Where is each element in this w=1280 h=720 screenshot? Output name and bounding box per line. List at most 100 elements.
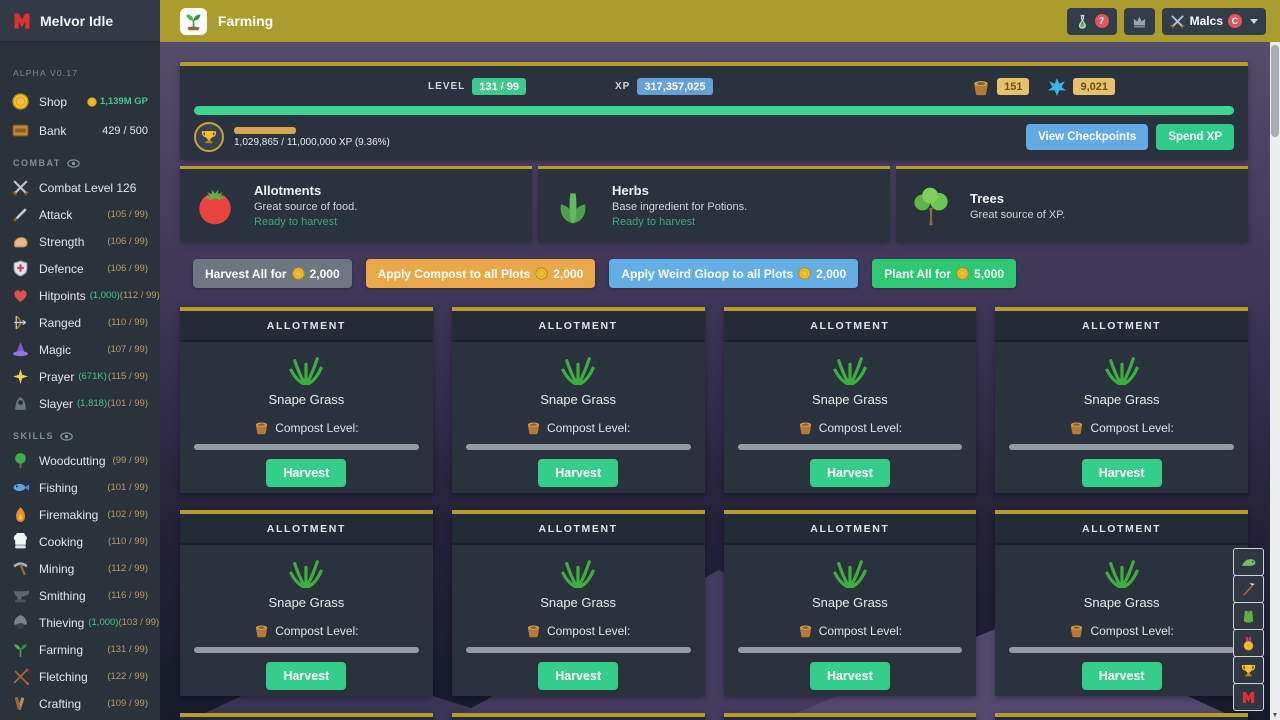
- toolbar-button-pet[interactable]: [1233, 548, 1264, 576]
- thieving-icon: [12, 614, 29, 631]
- coin-icon: [798, 267, 811, 280]
- sidebar-item-smithing[interactable]: Smithing (116 / 99): [0, 582, 160, 609]
- harvest-button[interactable]: Harvest: [1081, 459, 1162, 487]
- mastery-trophy-button[interactable]: [194, 122, 224, 152]
- category-title: Herbs: [612, 183, 649, 198]
- compost-icon: [798, 420, 813, 435]
- category-card-herbs[interactable]: Herbs Base ingredient for Potions. Ready…: [538, 166, 890, 242]
- bulk-action-button[interactable]: Apply Compost to all Plots 2,000: [365, 259, 596, 288]
- account-menu-button[interactable]: Malcs C: [1161, 7, 1266, 35]
- combat-section-header[interactable]: COMBAT: [0, 144, 160, 174]
- skill-name: Magic: [39, 342, 72, 357]
- skill-level: (99 / 99): [112, 455, 148, 466]
- plot-card: ALLOTMENT Snape Grass Compost Level: Har…: [180, 510, 433, 696]
- sidebar-item-defence[interactable]: Defence (106 / 99): [0, 255, 160, 282]
- sidebar-item-cooking[interactable]: Cooking (110 / 99): [0, 528, 160, 555]
- swords-icon: [1169, 14, 1185, 29]
- toolbar-button-melvor[interactable]: [1233, 683, 1264, 711]
- bulk-action-button[interactable]: Plant All for 5,000: [872, 259, 1017, 288]
- sidebar-item-crafting[interactable]: Crafting (109 / 99): [0, 690, 160, 717]
- grass-icon: [1105, 355, 1139, 385]
- potions-button[interactable]: 7: [1066, 7, 1117, 35]
- minibar-button[interactable]: [1123, 7, 1155, 35]
- sidebar-item-prayer[interactable]: Prayer (671K) (115 / 99): [0, 363, 160, 390]
- sidebar-item-magic[interactable]: Magic (107 / 99): [0, 336, 160, 363]
- toolbar-button-trophy[interactable]: [1233, 656, 1264, 684]
- toolbar-button-net[interactable]: [1233, 575, 1264, 603]
- melvor-icon: [12, 11, 32, 31]
- plot-card: ALLOTMENT Snape Grass Compost Level: Har…: [180, 713, 433, 720]
- bulk-action-button[interactable]: Harvest All for 2,000: [193, 259, 352, 288]
- skill-name: Defence: [39, 261, 84, 276]
- sword-icon: [12, 206, 29, 223]
- level-badge: 131 / 99: [472, 78, 526, 95]
- sidebar-item-bank[interactable]: Bank 429 / 500: [0, 117, 160, 144]
- skill-level: (116 / 99): [108, 590, 148, 601]
- grass-icon: [833, 558, 867, 588]
- skill-level: (103 / 99): [118, 617, 160, 628]
- harvest-button[interactable]: Harvest: [266, 459, 347, 487]
- app-brand[interactable]: Melvor Idle: [0, 0, 160, 42]
- sidebar-item-shop[interactable]: Shop 1,139M GP: [0, 88, 160, 115]
- plot-type-header: ALLOTMENT: [995, 311, 1248, 342]
- sidebar-item-fletching[interactable]: Fletching (122 / 99): [0, 663, 160, 690]
- toolbar-button-cape[interactable]: [1233, 602, 1264, 630]
- skill-name: Fletching: [39, 669, 88, 684]
- harvest-button[interactable]: Harvest: [538, 662, 619, 690]
- mastery-icon: [1048, 77, 1067, 96]
- harvest-button[interactable]: Harvest: [809, 459, 890, 487]
- sidebar-item-woodcutting[interactable]: Woodcutting (99 / 99): [0, 447, 160, 474]
- scrollbar-thumb[interactable]: [1271, 45, 1279, 137]
- harvest-button[interactable]: Harvest: [1081, 662, 1162, 690]
- sprout-icon: [180, 7, 207, 35]
- spend-xp-button[interactable]: Spend XP: [1156, 124, 1234, 150]
- category-card-trees[interactable]: Trees Great source of XP.: [896, 166, 1248, 242]
- sidebar-item-farming[interactable]: Farming (131 / 99): [0, 636, 160, 663]
- sidebar-item-firemaking[interactable]: Firemaking (102 / 99): [0, 501, 160, 528]
- category-status: Ready to harvest: [612, 216, 696, 228]
- compost-progress-bar: [465, 647, 691, 653]
- skill-level: (106 / 99): [107, 263, 148, 274]
- net-icon: [1240, 582, 1257, 597]
- main-content: LEVEL 131 / 99 XP 317,357,025 151 9,021: [160, 42, 1280, 720]
- sidebar-item-strength[interactable]: Strength (106 / 99): [0, 228, 160, 255]
- harvest-button[interactable]: Harvest: [266, 662, 347, 690]
- bulk-action-button[interactable]: Apply Weird Gloop to all Plots 2,000: [609, 259, 859, 288]
- category-card-allotments[interactable]: Allotments Great source of food. Ready t…: [180, 166, 532, 242]
- harvest-button[interactable]: Harvest: [809, 662, 890, 690]
- skill-level: (102 / 99): [107, 509, 148, 520]
- sidebar-item-thieving[interactable]: Thieving (1,000) (103 / 99): [0, 609, 160, 636]
- version-label: ALPHA V0.17: [13, 68, 79, 78]
- mining-icon: [12, 560, 29, 577]
- sidebar-item-slayer[interactable]: Slayer (1,818) (101 / 99): [0, 390, 160, 417]
- sidebar-item-combat-level[interactable]: Combat Level 126: [0, 174, 160, 201]
- scrollbar[interactable]: ▼: [1270, 42, 1280, 720]
- compost-progress-bar: [194, 444, 419, 450]
- toolbar-button-medal[interactable]: [1233, 629, 1264, 657]
- fletching-icon: [12, 668, 29, 685]
- harvest-button[interactable]: Harvest: [538, 459, 619, 487]
- skill-name: Fishing: [39, 480, 78, 495]
- compost-level-label: Compost Level:: [546, 420, 631, 435]
- grass-icon: [561, 558, 595, 588]
- xp-group: XP 317,357,025: [615, 74, 713, 99]
- skill-list: Woodcutting (99 / 99) Fishing (101 / 99)…: [0, 447, 160, 717]
- plot-type-header: ALLOTMENT: [995, 514, 1248, 545]
- plot-card: ALLOTMENT Snape Grass Compost Level: Har…: [723, 713, 977, 720]
- mastery-pool-progress: 1,029,865 / 11,000,000 XP (9.36%): [234, 126, 390, 148]
- compost-level-label: Compost Level:: [275, 420, 359, 435]
- scroll-down-arrow[interactable]: ▼: [1270, 712, 1280, 719]
- sidebar-item-fishing[interactable]: Fishing (101 / 99): [0, 474, 160, 501]
- compost-progress-bar: [737, 444, 963, 450]
- hat-icon: [12, 341, 29, 358]
- grass-icon: [561, 355, 595, 385]
- view-checkpoints-button[interactable]: View Checkpoints: [1026, 124, 1149, 150]
- action-label: Apply Weird Gloop to all Plots: [621, 266, 794, 281]
- sidebar-item-hitpoints[interactable]: Hitpoints (1,000) (112 / 99): [0, 282, 160, 309]
- sidebar-item-attack[interactable]: Attack (105 / 99): [0, 201, 160, 228]
- sidebar-item-ranged[interactable]: Ranged (110 / 99): [0, 309, 160, 336]
- skills-section-header[interactable]: SKILLS: [0, 417, 160, 447]
- sidebar-item-mining[interactable]: Mining (112 / 99): [0, 555, 160, 582]
- chevron-down-icon: [1250, 18, 1258, 24]
- skill-name: Cooking: [39, 534, 84, 549]
